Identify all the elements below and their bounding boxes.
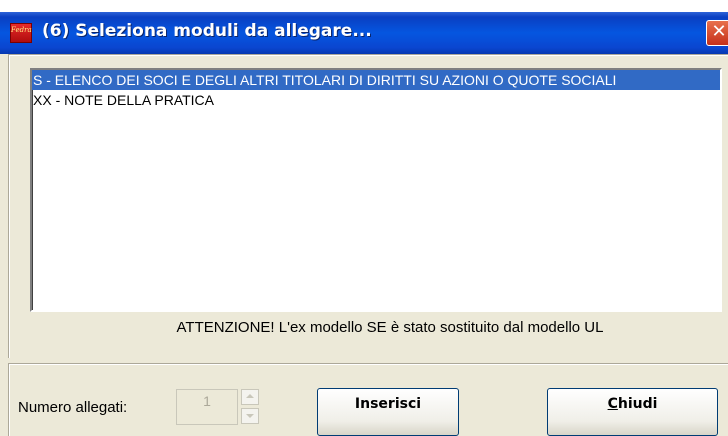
modules-listbox[interactable]: S - ELENCO DEI SOCI E DEGLI ALTRI TITOLA… — [30, 68, 722, 312]
insert-button[interactable]: Inserisci — [317, 388, 459, 436]
list-item[interactable]: S - ELENCO DEI SOCI E DEGLI ALTRI TITOLA… — [32, 70, 720, 90]
list-item[interactable]: XX - NOTE DELLA PRATICA — [32, 90, 720, 110]
fedra-app-icon: Fedra — [10, 23, 32, 43]
spinner-up-button[interactable] — [241, 389, 259, 405]
window-title: (6) Seleziona moduli da allegare... — [42, 21, 372, 41]
app-icon-text: Fedra — [11, 26, 32, 34]
attachments-count-input[interactable]: 1 — [176, 389, 238, 425]
attention-notice: ATTENZIONE! L'ex modello SE è stato sost… — [176, 319, 604, 336]
attachments-count-label: Numero allegati: — [18, 399, 128, 416]
close-window-button[interactable]: ✕ — [706, 20, 728, 46]
spinner-down-button[interactable] — [241, 408, 259, 424]
close-button[interactable]: Chiudi — [547, 388, 718, 436]
title-bar[interactable]: Fedra (6) Seleziona moduli da allegare..… — [0, 12, 728, 54]
close-button-label: hiudi — [617, 396, 658, 412]
close-button-accelerator: C — [607, 396, 618, 412]
close-icon: ✕ — [711, 21, 727, 42]
